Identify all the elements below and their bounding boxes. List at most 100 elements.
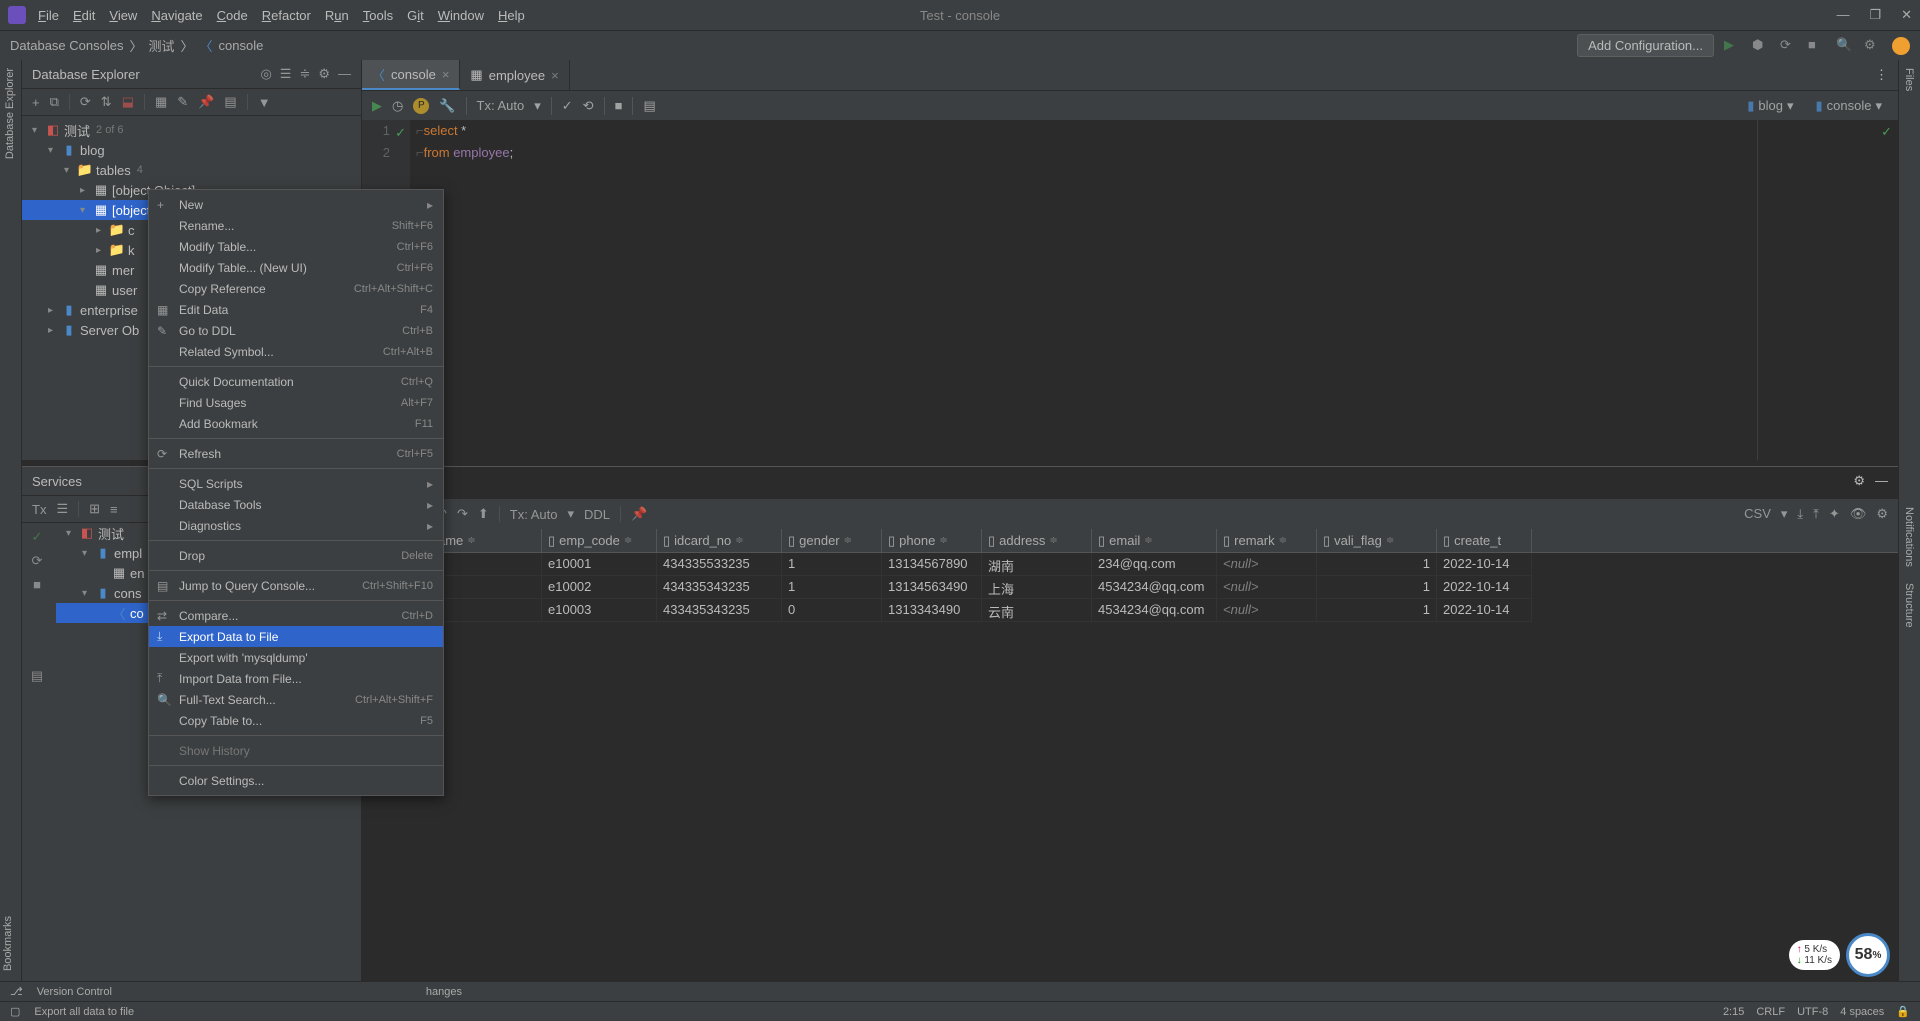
ctx-find-usages[interactable]: Find UsagesAlt+F7 <box>149 392 443 413</box>
files-tab[interactable]: Files <box>1899 60 1919 99</box>
menu-code[interactable]: Code <box>217 8 248 23</box>
csv-selector[interactable]: CSV <box>1744 506 1771 522</box>
table-row[interactable]: e10001434335533235113134567890湖南234@qq.c… <box>432 553 1898 576</box>
close-icon[interactable]: × <box>551 68 559 83</box>
column-phone[interactable]: phone <box>899 533 935 548</box>
view-icon[interactable]: ▤ <box>224 94 236 110</box>
hide-panel-icon[interactable]: ▢ <box>10 1005 20 1018</box>
ctx-related-symbol[interactable]: Related Symbol...Ctrl+Alt+B <box>149 341 443 362</box>
rollback-icon[interactable]: ⟲ <box>583 98 594 114</box>
expand-icon[interactable]: ☰ <box>280 66 292 82</box>
refresh-icon[interactable]: ⟳ <box>80 94 91 110</box>
table-icon[interactable]: ▦ <box>155 94 167 110</box>
menu-tools[interactable]: Tools <box>363 8 393 23</box>
cursor-position[interactable]: 2:15 <box>1723 1006 1744 1018</box>
tx-mode[interactable]: Tx: Auto <box>510 507 558 522</box>
tab-employee[interactable]: ▦employee× <box>460 60 569 90</box>
expand-icon[interactable]: ☰ <box>56 501 68 517</box>
menu-git[interactable]: Git <box>407 8 424 23</box>
run-query-icon[interactable]: ▶ <box>372 98 382 114</box>
column-gender[interactable]: gender <box>799 533 839 548</box>
filter-icon[interactable]: ▼ <box>258 95 271 110</box>
menu-run[interactable]: Run <box>325 8 349 23</box>
close-button[interactable]: ✕ <box>1901 7 1912 23</box>
tree-schema-blog[interactable]: ▾▮blog <box>22 140 361 160</box>
ctx-export-data-file[interactable]: ⤓Export Data to File <box>149 626 443 647</box>
indent-setting[interactable]: 4 spaces <box>1840 1006 1884 1018</box>
tree-tables-folder[interactable]: ▾📁tables4 <box>22 160 361 180</box>
stop-icon[interactable]: ■ <box>1808 37 1826 55</box>
ctx-color-settings[interactable]: Color Settings... <box>149 770 443 791</box>
ctx-fulltext-search[interactable]: 🔍Full-Text Search...Ctrl+Alt+Shift+F <box>149 689 443 710</box>
ctx-add-bookmark[interactable]: Add BookmarkF11 <box>149 413 443 434</box>
column-vali-flag[interactable]: vali_flag <box>1334 533 1382 548</box>
ctx-quick-doc[interactable]: Quick DocumentationCtrl+Q <box>149 371 443 392</box>
redo-icon[interactable]: ↷ <box>457 506 468 522</box>
changes-indicator[interactable]: hanges <box>426 986 462 998</box>
reload-icon[interactable]: ⟳ <box>32 553 43 569</box>
vcs-icon[interactable]: ⎇ <box>10 985 23 998</box>
schema-chip[interactable]: ▮blog▾ <box>1741 96 1799 116</box>
profile-icon[interactable]: P <box>413 98 429 114</box>
ctx-drop[interactable]: DropDelete <box>149 545 443 566</box>
menu-navigate[interactable]: Navigate <box>151 8 202 23</box>
add-datasource-icon[interactable]: + <box>32 95 40 110</box>
ctx-compare[interactable]: ⇄Compare...Ctrl+D <box>149 605 443 626</box>
duplicate-icon[interactable]: ⧉ <box>50 94 59 110</box>
column-remark[interactable]: remark <box>1234 533 1274 548</box>
debug-icon[interactable]: ⬢ <box>1752 37 1770 55</box>
code-editor[interactable]: 1✓ 2 ⌐select * ⌐from employee; ✓ <box>362 120 1898 460</box>
column-emp-code[interactable]: emp_code <box>559 533 620 548</box>
crumb-console[interactable]: console <box>219 38 264 53</box>
ctx-new[interactable]: +New▸ <box>149 194 443 215</box>
ctx-go-to-ddl[interactable]: ✎Go to DDLCtrl+B <box>149 320 443 341</box>
tab-more-icon[interactable]: ⋮ <box>1865 67 1898 83</box>
ctx-sql-scripts[interactable]: SQL Scripts▸ <box>149 473 443 494</box>
list-view-icon[interactable]: ≡ <box>110 502 118 517</box>
tx-mode[interactable]: Tx: Auto <box>477 98 525 113</box>
db-icon[interactable]: ▤ <box>31 668 43 684</box>
gear-icon[interactable]: ⚙ <box>1853 473 1865 489</box>
view-as-icon[interactable]: ▤ <box>643 98 655 114</box>
menu-edit[interactable]: Edit <box>73 8 95 23</box>
gear-icon[interactable]: ⚙ <box>1864 37 1882 55</box>
menu-file[interactable]: File <box>38 8 59 23</box>
data-grid[interactable]: ame≑ ▯emp_code≑ ▯idcard_no≑ ▯gender≑ ▯ph… <box>432 529 1898 981</box>
target-icon[interactable]: ◎ <box>260 66 271 82</box>
tree-view-icon[interactable]: ⊞ <box>89 501 100 517</box>
cancel-icon[interactable]: ■ <box>615 98 623 113</box>
net-speed-widget[interactable]: ↑ 5 K/s ↓ 11 K/s 58% <box>1789 933 1890 977</box>
ctx-edit-data[interactable]: ▦Edit DataF4 <box>149 299 443 320</box>
minimize-panel-icon[interactable]: — <box>338 66 351 82</box>
ctx-export-mysqldump[interactable]: Export with 'mysqldump' <box>149 647 443 668</box>
run-icon[interactable]: ▶ <box>1724 37 1742 55</box>
update-icon[interactable]: ⟳ <box>1780 37 1798 55</box>
close-icon[interactable]: × <box>442 67 450 82</box>
ctx-modify-table-new[interactable]: Modify Table... (New UI)Ctrl+F6 <box>149 257 443 278</box>
menu-refactor[interactable]: Refactor <box>262 8 311 23</box>
commit-icon[interactable]: ⬆ <box>478 506 489 522</box>
version-control-label[interactable]: Version Control <box>37 986 112 998</box>
ctx-copy-reference[interactable]: Copy ReferenceCtrl+Alt+Shift+C <box>149 278 443 299</box>
structure-tab[interactable]: Structure <box>1899 575 1919 636</box>
menu-window[interactable]: Window <box>438 8 484 23</box>
tab-console[interactable]: 〈console× <box>362 60 460 90</box>
gear-icon[interactable]: ⚙ <box>318 66 330 82</box>
edit-icon[interactable]: ✎ <box>177 94 188 110</box>
pin-icon[interactable]: 📌 <box>198 94 214 110</box>
ctx-database-tools[interactable]: Database Tools▸ <box>149 494 443 515</box>
crumb-db-consoles[interactable]: Database Consoles <box>10 38 123 53</box>
column-address[interactable]: address <box>999 533 1045 548</box>
ctx-rename[interactable]: Rename...Shift+F6 <box>149 215 443 236</box>
history-icon[interactable]: ◷ <box>392 98 403 114</box>
add-configuration-button[interactable]: Add Configuration... <box>1577 34 1714 57</box>
ddl-button[interactable]: DDL <box>584 507 610 522</box>
collapse-icon[interactable]: ≑ <box>299 66 310 82</box>
import-icon[interactable]: ⤒ <box>1813 506 1819 522</box>
minimize-panel-icon[interactable]: — <box>1875 473 1888 489</box>
minimize-button[interactable]: — <box>1836 7 1849 23</box>
tree-connection[interactable]: ▾◧测试2 of 6 <box>22 120 361 140</box>
column-email[interactable]: email <box>1109 533 1140 548</box>
menu-view[interactable]: View <box>109 8 137 23</box>
wrench-icon[interactable]: 🔧 <box>439 98 455 114</box>
